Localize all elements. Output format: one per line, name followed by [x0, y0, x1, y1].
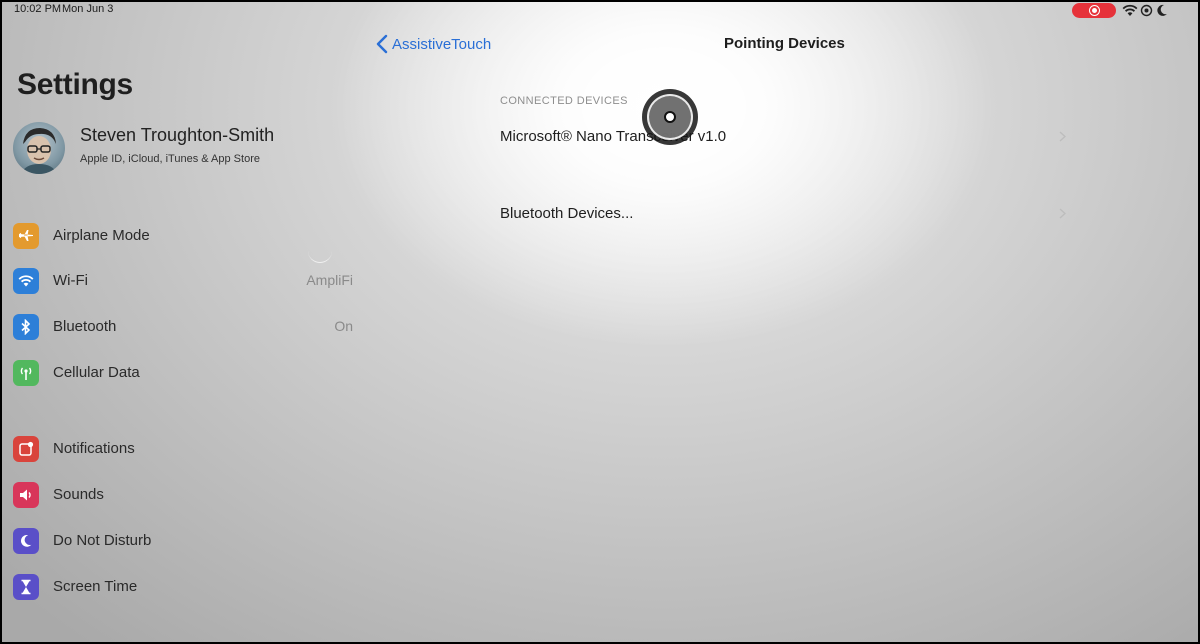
- wifi-icon: [1122, 4, 1138, 16]
- sidebar-item-bluetooth[interactable]: Bluetooth On: [13, 312, 353, 342]
- apple-id-profile[interactable]: Steven Troughton-Smith Apple ID, iCloud,…: [13, 122, 353, 174]
- back-button[interactable]: AssistiveTouch: [376, 32, 491, 56]
- status-date: Mon Jun 3: [62, 3, 114, 15]
- antenna-icon: [13, 360, 39, 386]
- sidebar-item-value: On: [334, 318, 353, 334]
- page-title: Pointing Devices: [724, 35, 845, 52]
- sidebar-item-label: Notifications: [53, 440, 135, 457]
- sidebar-item-screen-time[interactable]: Screen Time: [13, 572, 353, 602]
- sidebar-item-label: Bluetooth: [53, 318, 117, 335]
- sidebar-item-wifi[interactable]: Wi-Fi AmpliFi: [13, 266, 353, 296]
- ipad-screen: 10:02 PM Mon Jun 3 Settings Steven Troug…: [2, 2, 1198, 642]
- chevron-right-icon: [1059, 208, 1066, 219]
- sidebar-item-label: Sounds: [53, 486, 104, 503]
- profile-subtitle: Apple ID, iCloud, iTunes & App Store: [80, 153, 260, 165]
- moon-icon: [1157, 4, 1167, 16]
- notifications-icon: [13, 436, 39, 462]
- section-header-connected-devices: CONNECTED DEVICES: [500, 95, 628, 107]
- speaker-icon: [13, 482, 39, 508]
- status-bar: 10:02 PM Mon Jun 3: [2, 2, 1198, 20]
- wifi-icon: [13, 268, 39, 294]
- settings-title: Settings: [17, 68, 133, 101]
- screen-recording-icon: [1089, 5, 1100, 16]
- back-button-label: AssistiveTouch: [392, 35, 492, 53]
- pointer-ring: [647, 94, 693, 140]
- location-icon: [1140, 4, 1153, 17]
- detail-pane: AssistiveTouch Pointing Devices CONNECTE…: [368, 20, 1198, 642]
- sidebar-item-value: AmpliFi: [306, 272, 353, 288]
- sidebar-item-cellular-data[interactable]: Cellular Data: [13, 358, 353, 388]
- airplane-icon: [13, 223, 39, 249]
- profile-name: Steven Troughton-Smith: [80, 125, 275, 145]
- hourglass-icon: [13, 574, 39, 600]
- device-row-microsoft-nano-transceiver[interactable]: Microsoft® Nano Transceiver v1.0: [500, 122, 1066, 152]
- sidebar-item-airplane-mode[interactable]: Airplane Mode: [13, 221, 353, 251]
- sidebar-item-label: Wi-Fi: [53, 272, 88, 289]
- pointer-center-icon: [664, 111, 676, 123]
- sidebar-item-label: Cellular Data: [53, 364, 140, 381]
- sidebar-item-sounds[interactable]: Sounds: [13, 480, 353, 510]
- sidebar-item-label: Airplane Mode: [53, 227, 150, 244]
- sidebar-item-label: Do Not Disturb: [53, 532, 152, 549]
- chevron-left-icon: [376, 34, 388, 54]
- screen-recording-indicator[interactable]: [1072, 3, 1116, 18]
- sidebar-item-notifications[interactable]: Notifications: [13, 434, 353, 464]
- assistivetouch-pointer[interactable]: [642, 89, 698, 145]
- bluetooth-devices-label: Bluetooth Devices...: [500, 205, 634, 222]
- sidebar-item-do-not-disturb[interactable]: Do Not Disturb: [13, 526, 353, 556]
- bluetooth-icon: [13, 314, 39, 340]
- moon-icon: [13, 528, 39, 554]
- settings-sidebar: Settings Steven Troughton-Smith Apple ID…: [2, 20, 368, 642]
- airplane-mode-toggle[interactable]: [308, 250, 332, 263]
- status-time: 10:02 PM: [14, 3, 62, 15]
- bluetooth-devices-row[interactable]: Bluetooth Devices...: [500, 199, 1066, 229]
- avatar: [13, 122, 65, 174]
- chevron-right-icon: [1059, 131, 1066, 142]
- sidebar-item-label: Screen Time: [53, 578, 138, 595]
